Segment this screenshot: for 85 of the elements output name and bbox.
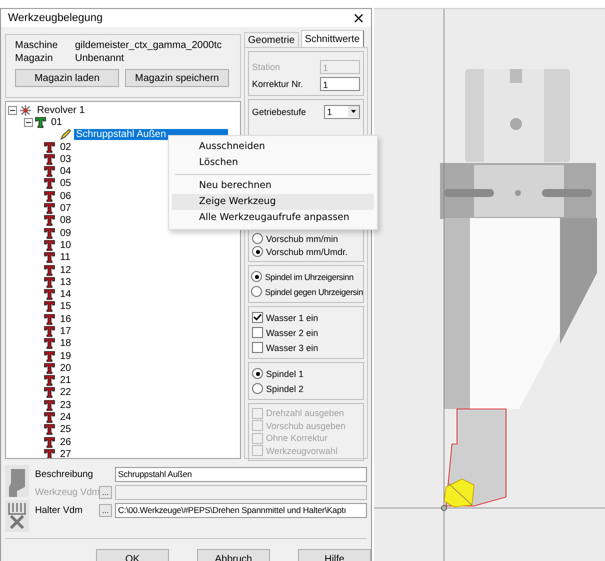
- option-label: Drehzahl ausgeben: [266, 408, 344, 418]
- text-field[interactable]: [115, 485, 367, 500]
- radio-button[interactable]: [251, 271, 262, 282]
- text-field[interactable]: Schruppstahl Außen: [115, 467, 367, 482]
- tree-item[interactable]: 14: [58, 289, 74, 300]
- option-label: Vorschub mm/min: [266, 234, 338, 244]
- turret-icon: [19, 104, 32, 116]
- tree-item[interactable]: Revolver 1: [35, 104, 87, 116]
- window-title: Werkzeugbelegung: [8, 12, 103, 24]
- tree-item[interactable]: 10: [58, 240, 74, 251]
- tree-item[interactable]: 07: [58, 203, 74, 214]
- tree-item[interactable]: 21: [58, 375, 74, 386]
- tree-item[interactable]: 27: [58, 448, 74, 458]
- tree-item[interactable]: 15: [58, 301, 74, 312]
- field-label: Werkzeug Vdm: [35, 487, 99, 498]
- tree-item[interactable]: 06: [58, 190, 74, 202]
- radio-button[interactable]: [252, 368, 263, 379]
- info-value: Unbenannt: [75, 53, 124, 64]
- menu-item[interactable]: Löschen: [172, 155, 374, 171]
- option-label: Ohne Korrektur: [266, 433, 328, 444]
- tree-item[interactable]: 11: [58, 252, 72, 264]
- option-label: Spindel 2: [266, 384, 304, 394]
- tree-item[interactable]: 05: [58, 178, 74, 190]
- checkbox[interactable]: [252, 327, 263, 338]
- tree-item[interactable]: 20: [58, 362, 74, 374]
- field-label: Korrektur Nr.: [252, 78, 304, 88]
- tree-item[interactable]: 23: [58, 400, 74, 411]
- tree-item[interactable]: 25: [58, 424, 74, 436]
- expand-toggle[interactable]: [24, 118, 33, 127]
- origin-marker: [441, 505, 447, 511]
- tab[interactable]: Schnittwerte: [300, 30, 364, 47]
- close-button[interactable]: ×: [346, 9, 371, 27]
- radio-button[interactable]: [251, 286, 262, 297]
- tree-item[interactable]: 04: [58, 166, 74, 178]
- tree-item[interactable]: 19: [58, 350, 74, 362]
- option-label: Spindel 1: [266, 368, 304, 378]
- field-label: Halter Vdm: [35, 505, 84, 516]
- magazine-button[interactable]: Magazin laden: [15, 69, 119, 87]
- tree-item[interactable]: 16: [58, 314, 74, 325]
- checkbox[interactable]: [252, 342, 263, 353]
- radio-button[interactable]: [252, 233, 263, 244]
- holder-clamp-icon: [5, 500, 29, 532]
- menu-item[interactable]: Ausschneiden: [172, 139, 374, 155]
- tree-item[interactable]: 03: [58, 154, 74, 165]
- text-field[interactable]: C:\00.Werkzeuge\#PEPS\Drehen Spannmittel und Halter\Kaptı: [115, 503, 367, 518]
- tree-item[interactable]: 17: [58, 326, 74, 337]
- tree-item[interactable]: 09: [58, 228, 74, 239]
- option-label: Vorschub ausgeben: [266, 420, 346, 431]
- tool-tip-icon: [60, 129, 71, 140]
- option-label: Wasser 3 ein: [266, 342, 318, 352]
- gear-select[interactable]: 1: [324, 104, 360, 118]
- tree-item[interactable]: 12: [58, 264, 74, 276]
- tree-item[interactable]: 26: [58, 436, 74, 448]
- expand-toggle[interactable]: [8, 106, 17, 115]
- menu-item[interactable]: Zeige Werkzeug: [172, 194, 374, 210]
- tree-item[interactable]: 22: [58, 387, 74, 398]
- info-label: Magazin: [15, 53, 54, 64]
- info-label: Maschine: [15, 40, 59, 51]
- tool-shank-icon: [5, 465, 29, 497]
- option-label: Spindel im Uhrzeigersinn: [265, 272, 354, 282]
- option-label: Wasser 2 ein: [266, 328, 318, 338]
- field-label: Station: [252, 62, 280, 72]
- tree-item[interactable]: 01: [49, 116, 64, 128]
- tree-item[interactable]: 08: [58, 215, 74, 226]
- browse-button[interactable]: ...: [99, 504, 112, 517]
- checkbox[interactable]: [252, 312, 263, 323]
- option-label: Werkzeugvorwahl: [266, 446, 338, 456]
- radio-button[interactable]: [252, 246, 263, 257]
- caret-icon: [348, 106, 359, 116]
- option-label: Wasser 1 ein: [266, 312, 318, 322]
- field-label: Getriebestufe: [252, 106, 306, 116]
- tree-item[interactable]: 24: [58, 412, 74, 424]
- menu-item[interactable]: Neu berechnen: [172, 178, 374, 194]
- tree-item[interactable]: 02: [58, 142, 74, 153]
- option-label: Vorschub mm/Umdr.: [266, 246, 348, 256]
- option-label: Spindel gegen Uhrzeigersin: [265, 286, 363, 296]
- info-value: gildemeister_ctx_gamma_2000tc: [75, 40, 222, 51]
- tree-item[interactable]: 18: [58, 338, 74, 350]
- menu-item[interactable]: Alle Werkzeugaufrufe anpassen: [172, 210, 374, 226]
- radio-button[interactable]: [252, 383, 263, 394]
- magazine-button[interactable]: Magazin speichern: [125, 69, 229, 87]
- tree-item[interactable]: 13: [58, 276, 74, 288]
- tab[interactable]: Geometrie: [244, 32, 299, 47]
- field-label: Beschreibung: [35, 469, 94, 480]
- number-field[interactable]: 1: [320, 76, 360, 90]
